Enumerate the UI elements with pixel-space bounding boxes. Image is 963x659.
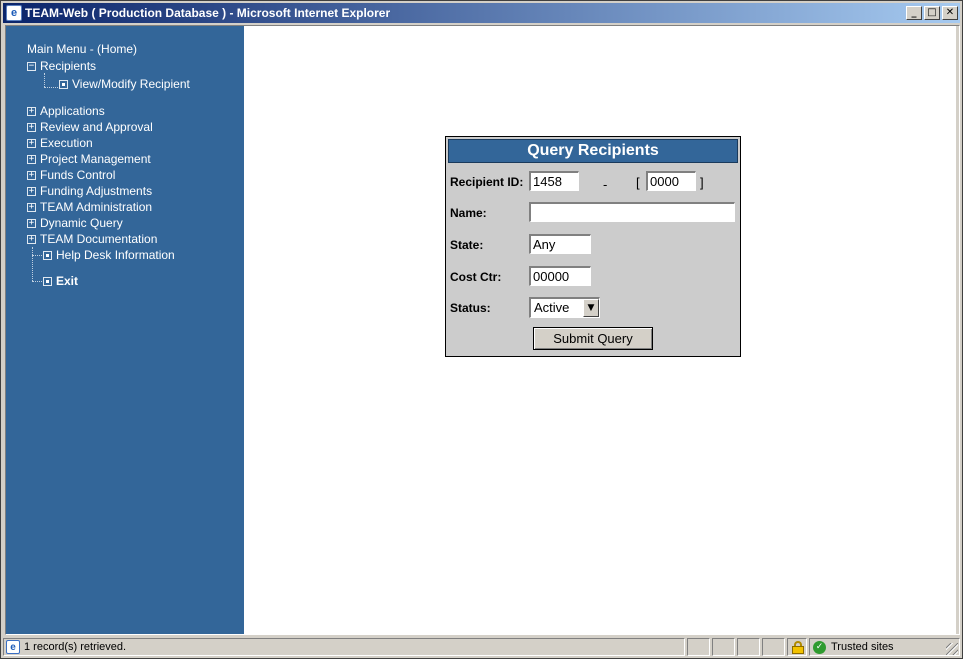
sidebar-item-execution[interactable]: + Execution [27, 135, 93, 151]
bracket-close: ] [700, 175, 704, 190]
cost-ctr-label: Cost Ctr: [450, 270, 502, 284]
sidebar-item-team-administration[interactable]: + TEAM Administration [27, 199, 152, 215]
submit-query-button[interactable]: Submit Query [533, 327, 653, 350]
window-title: TEAM-Web ( Production Database ) - Micro… [25, 6, 391, 20]
maximize-button[interactable]: □ [924, 6, 940, 20]
expand-icon[interactable]: + [27, 170, 36, 180]
status-bar: e 1 record(s) retrieved. ✓ Trusted sites [3, 637, 960, 657]
sidebar-menu: Main Menu - (Home) − Recipients View/Mod… [6, 26, 244, 634]
leaf-bullet-icon [43, 250, 52, 260]
expand-icon[interactable]: + [27, 138, 36, 148]
title-bar[interactable]: e TEAM-Web ( Production Database ) - Mic… [3, 3, 960, 23]
tree-connector [44, 73, 45, 87]
expand-icon[interactable]: + [27, 154, 36, 164]
status-select[interactable]: Active ▼ [529, 297, 600, 318]
sidebar-item-label: Help Desk Information [56, 248, 175, 262]
expand-icon[interactable]: + [27, 106, 36, 116]
sidebar-item-label: TEAM Administration [40, 200, 153, 214]
status-panel [737, 638, 760, 656]
panel-title: Query Recipients [448, 139, 738, 163]
collapse-icon[interactable]: − [27, 61, 36, 71]
sidebar-item-label: Funds Control [40, 168, 116, 182]
state-input[interactable]: Any [529, 234, 591, 254]
leaf-bullet-icon [59, 79, 68, 89]
tree-connector [44, 87, 60, 88]
sidebar-item-label: Project Management [40, 152, 151, 166]
sidebar-item-label: Applications [40, 104, 105, 118]
state-label: State: [450, 238, 484, 252]
sidebar-item-team-documentation[interactable]: + TEAM Documentation [27, 231, 157, 247]
bracket-open: [ [636, 175, 640, 190]
expand-icon[interactable]: + [27, 218, 36, 228]
browser-viewport: Main Menu - (Home) − Recipients View/Mod… [5, 25, 960, 635]
recipient-suffix-input[interactable]: 0000 [646, 171, 696, 191]
chevron-down-icon[interactable]: ▼ [583, 299, 599, 317]
sidebar-item-funding-adjustments[interactable]: + Funding Adjustments [27, 183, 152, 199]
status-panel [762, 638, 785, 656]
sidebar-item-label: Recipients [40, 59, 97, 73]
status-panel [712, 638, 735, 656]
sidebar-item-view-modify-recipient[interactable]: View/Modify Recipient [59, 76, 190, 92]
expand-icon[interactable]: + [27, 186, 36, 196]
sidebar-item-dynamic-query[interactable]: + Dynamic Query [27, 215, 123, 231]
sidebar-item-applications[interactable]: + Applications [27, 103, 105, 119]
status-panel [687, 638, 710, 656]
expand-icon[interactable]: + [27, 234, 36, 244]
zone-cell: ✓ Trusted sites [809, 638, 960, 656]
ie-logo-icon: e [6, 5, 22, 21]
sidebar-item-exit[interactable]: Exit [43, 273, 78, 289]
main-content: Query Recipients Recipient ID: 1458 - [ … [244, 26, 959, 634]
lock-icon [792, 641, 804, 654]
leaf-bullet-icon [43, 276, 52, 286]
window-controls: _ □ ✕ [906, 6, 958, 20]
tree-connector [32, 281, 42, 282]
sidebar-item-label: View/Modify Recipient [72, 77, 190, 91]
name-input[interactable] [529, 202, 735, 222]
status-selected-value: Active [534, 300, 570, 315]
status-message-cell: e 1 record(s) retrieved. [3, 638, 685, 656]
expand-icon[interactable]: + [27, 122, 36, 132]
page-icon: e [6, 640, 20, 654]
check-icon: ✓ [813, 640, 826, 654]
sidebar-item-help-desk[interactable]: Help Desk Information [43, 247, 175, 263]
sidebar-item-review-and-approval[interactable]: + Review and Approval [27, 119, 153, 135]
id-separator: - [603, 177, 608, 192]
security-zone: Trusted sites [831, 641, 894, 653]
sidebar-item-label: Exit [56, 274, 79, 288]
name-label: Name: [450, 206, 487, 220]
status-label: Status: [450, 301, 491, 315]
sidebar-item-label: Review and Approval [40, 120, 153, 134]
query-recipients-panel: Query Recipients Recipient ID: 1458 - [ … [445, 136, 741, 357]
recipient-id-input[interactable]: 1458 [529, 171, 579, 191]
sidebar-item-label: TEAM Documentation [40, 232, 158, 246]
recipient-id-label: Recipient ID: [450, 175, 524, 189]
sidebar-item-label: Execution [40, 136, 93, 150]
tree-connector [32, 247, 33, 281]
sidebar-item-funds-control[interactable]: + Funds Control [27, 167, 115, 183]
minimize-button[interactable]: _ [906, 6, 922, 20]
resize-grip-icon[interactable] [946, 643, 958, 655]
browser-window: e TEAM-Web ( Production Database ) - Mic… [0, 0, 963, 659]
sidebar-item-recipients[interactable]: − Recipients [27, 58, 96, 74]
status-message: 1 record(s) retrieved. [24, 641, 127, 653]
close-button[interactable]: ✕ [942, 6, 958, 20]
sidebar-item-label: Funding Adjustments [40, 184, 153, 198]
security-cell [787, 638, 807, 656]
tree-connector [32, 255, 42, 256]
sidebar-item-project-management[interactable]: + Project Management [27, 151, 151, 167]
sidebar-item-label: Dynamic Query [40, 216, 123, 230]
sidebar-item-home[interactable]: Main Menu - (Home) [27, 42, 137, 56]
expand-icon[interactable]: + [27, 202, 36, 212]
cost-ctr-input[interactable]: 00000 [529, 266, 591, 286]
